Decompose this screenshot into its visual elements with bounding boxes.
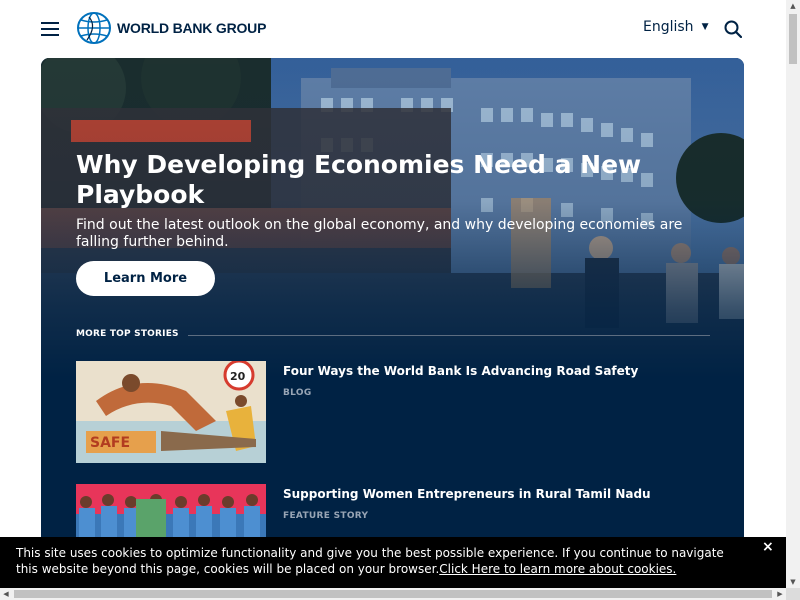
site-header: WORLD BANK GROUP English ▼ (0, 0, 786, 58)
scroll-left-arrow-icon[interactable]: ◀ (0, 588, 12, 600)
globe-icon (77, 12, 111, 44)
story-thumbnail-road-safety: 20 SAFE (76, 361, 266, 463)
hero-card: Why Developing Economies Need a New Play… (41, 58, 744, 600)
scrollbar-corner (786, 588, 800, 600)
close-icon[interactable]: × (762, 539, 774, 555)
more-top-stories-heading: MORE TOP STORIES (76, 329, 179, 339)
section-divider (188, 335, 710, 336)
story-tag: FEATURE STORY (283, 511, 369, 521)
hero-title[interactable]: Why Developing Economies Need a New Play… (76, 150, 716, 210)
story-title[interactable]: Supporting Women Entrepreneurs in Rural … (283, 486, 651, 502)
horizontal-scroll-thumb[interactable] (14, 590, 772, 598)
chevron-down-icon: ▼ (701, 22, 709, 32)
scroll-right-arrow-icon[interactable]: ▶ (774, 588, 786, 600)
logo-wordmark: WORLD BANK GROUP (117, 20, 267, 36)
cookie-message: This site uses cookies to optimize funct… (16, 545, 746, 577)
scroll-down-arrow-icon[interactable]: ▼ (786, 576, 800, 588)
story-title[interactable]: Four Ways the World Bank Is Advancing Ro… (283, 363, 638, 379)
svg-text:20: 20 (230, 370, 246, 383)
story-item-road-safety[interactable]: 20 SAFE Four Ways the World Bank Is Adva… (76, 361, 716, 465)
svg-text:SAFE: SAFE (90, 435, 130, 451)
vertical-scrollbar[interactable]: ▲ ▼ (786, 0, 800, 600)
hero-subtitle: Find out the latest outlook on the globa… (76, 217, 683, 250)
search-icon[interactable] (724, 20, 742, 38)
learn-more-button[interactable]: Learn More (76, 261, 215, 296)
world-bank-logo[interactable]: WORLD BANK GROUP (75, 12, 266, 44)
hamburger-menu-icon[interactable] (41, 22, 59, 36)
story-tag: BLOG (283, 388, 312, 398)
cookie-banner: This site uses cookies to optimize funct… (0, 537, 786, 588)
scroll-up-arrow-icon[interactable]: ▲ (786, 0, 800, 12)
vertical-scroll-thumb[interactable] (789, 14, 797, 64)
language-label: English (643, 19, 694, 35)
horizontal-scrollbar[interactable]: ◀ ▶ (0, 588, 786, 600)
cookie-learn-more-link[interactable]: Click Here to learn more about cookies. (439, 562, 676, 576)
language-selector[interactable]: English ▼ (643, 19, 708, 35)
